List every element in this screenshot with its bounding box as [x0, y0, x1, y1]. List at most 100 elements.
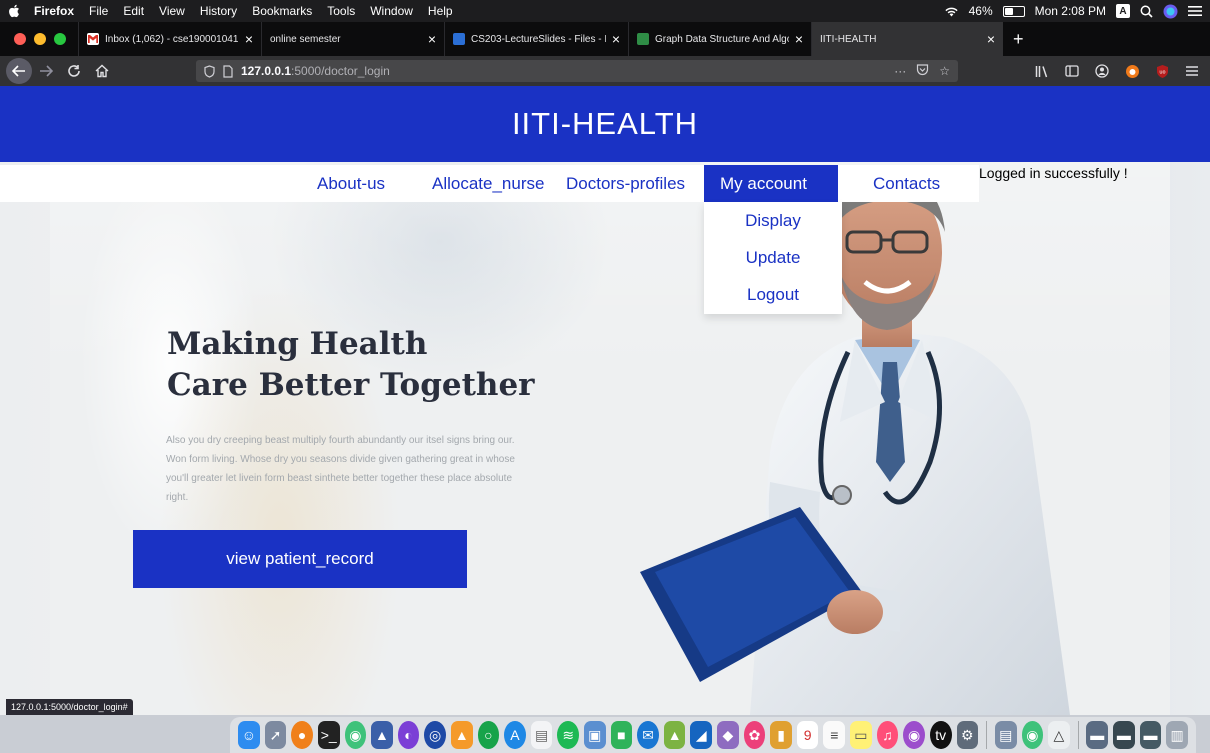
menu-tools[interactable]: Tools	[327, 4, 355, 18]
close-tab-icon[interactable]: ×	[795, 32, 803, 46]
dropdown-display[interactable]: Display	[704, 202, 842, 239]
hamburger-menu-icon[interactable]	[1178, 57, 1206, 85]
battery-icon[interactable]	[1002, 5, 1025, 17]
library-icon[interactable]	[1028, 57, 1056, 85]
photos-icon[interactable]: ✿	[743, 721, 766, 749]
zoom-window-button[interactable]	[54, 33, 66, 45]
apple-icon[interactable]	[8, 4, 20, 18]
calendar-icon[interactable]: 9	[796, 721, 819, 749]
vlc-icon[interactable]: ▲	[450, 721, 473, 749]
tab-gmail[interactable]: Inbox (1,062) - cse190001041 ×	[78, 22, 261, 56]
home-icon	[95, 64, 109, 78]
tracking-shield-icon[interactable]	[204, 64, 215, 78]
image-capture-icon[interactable]: ◆	[717, 721, 739, 749]
close-tab-icon[interactable]: ×	[245, 32, 253, 46]
menu-file[interactable]: File	[89, 4, 108, 18]
battery-percent: 46%	[968, 4, 993, 18]
menu-edit[interactable]: Edit	[123, 4, 144, 18]
close-window-button[interactable]	[14, 33, 26, 45]
bookmark-star-icon[interactable]: ☆	[939, 64, 950, 78]
wireshark-icon[interactable]: ◢	[690, 721, 713, 749]
finder-icon[interactable]: ☺	[238, 721, 260, 749]
hero-description: Also you dry creeping beast multiply fou…	[166, 435, 515, 503]
dropdown-logout[interactable]: Logout	[704, 276, 842, 313]
notes-icon[interactable]: ▭	[850, 721, 872, 749]
reload-button[interactable]	[60, 57, 88, 85]
system-preferences-icon[interactable]: ⚙	[956, 721, 979, 749]
menu-app-name[interactable]: Firefox	[34, 4, 74, 18]
nav-allocate-nurse[interactable]: Allocate_nurse	[432, 165, 544, 202]
minimized-window-icon[interactable]: ▬	[1139, 721, 1162, 749]
svg-text:uo: uo	[1159, 69, 1165, 75]
page-info-icon[interactable]	[223, 64, 233, 78]
terminal-icon[interactable]: >_	[317, 721, 340, 749]
nav-about-us[interactable]: About-us	[317, 165, 385, 202]
menu-window[interactable]: Window	[370, 4, 413, 18]
chrome-app-icon[interactable]: ◉	[1021, 721, 1044, 749]
launchpad-icon[interactable]: ➚	[264, 721, 287, 749]
view-patient-record-button[interactable]: view patient_record	[133, 530, 467, 588]
menu-view[interactable]: View	[159, 4, 185, 18]
menu-help[interactable]: Help	[428, 4, 453, 18]
android-studio-icon[interactable]: ▲	[663, 721, 686, 749]
gmail-icon	[87, 33, 99, 45]
menu-history[interactable]: History	[200, 4, 237, 18]
anaconda-icon[interactable]: ○	[477, 721, 500, 749]
control-center-icon[interactable]	[1188, 5, 1202, 17]
preview-icon[interactable]: ▲	[371, 721, 393, 749]
arrow-right-icon	[40, 65, 53, 77]
extension-fox-icon[interactable]	[1118, 57, 1146, 85]
apple-tv-icon[interactable]: tv	[929, 721, 952, 749]
menu-bookmarks[interactable]: Bookmarks	[252, 4, 312, 18]
music-icon[interactable]: ♫	[876, 721, 899, 749]
siri-icon[interactable]	[1163, 4, 1178, 19]
site-header: IITI-HEALTH	[0, 86, 1210, 162]
nav-my-account[interactable]: My account	[704, 165, 838, 202]
tab-iiti-health[interactable]: IITI-HEALTH ×	[811, 22, 1003, 56]
nav-doctors-profiles[interactable]: Doctors-profiles	[566, 165, 685, 202]
doctor-photo	[640, 177, 1070, 715]
back-button[interactable]	[6, 58, 32, 84]
window-thumbnail-icon[interactable]: ▬	[1086, 721, 1109, 749]
podcasts-icon[interactable]: ◉	[903, 721, 925, 749]
sidebar-icon[interactable]	[1058, 57, 1086, 85]
new-tab-button[interactable]: +	[1003, 29, 1034, 50]
chrome-icon[interactable]: ◉	[344, 721, 367, 749]
page-actions-icon[interactable]: ···	[894, 64, 906, 78]
messenger-icon[interactable]: ✉	[637, 721, 659, 749]
spotlight-search-icon[interactable]	[1140, 5, 1153, 18]
dropdown-update[interactable]: Update	[704, 239, 842, 276]
nav-contacts[interactable]: Contacts	[873, 165, 940, 202]
minimize-window-button[interactable]	[34, 33, 46, 45]
close-tab-icon[interactable]: ×	[987, 32, 995, 46]
trash-icon[interactable]: ▥	[1166, 721, 1188, 749]
python-window-icon[interactable]: ▬	[1113, 721, 1135, 749]
tab-cs203-slides[interactable]: CS203-LectureSlides - Files - I ×	[444, 22, 628, 56]
spotify-icon[interactable]: ≋	[557, 721, 579, 749]
photo-viewer-icon[interactable]: ▣	[583, 721, 606, 749]
menubar-clock[interactable]: Mon 2:08 PM	[1035, 4, 1106, 18]
account-icon[interactable]	[1088, 57, 1116, 85]
wifi-icon[interactable]	[944, 6, 959, 17]
facetime-icon[interactable]: ■	[610, 721, 633, 749]
reminders-icon[interactable]: ≡	[823, 721, 846, 749]
forward-button[interactable]	[32, 57, 60, 85]
close-tab-icon[interactable]: ×	[612, 32, 620, 46]
books-icon[interactable]: ▮	[770, 721, 792, 749]
tab-online-semester[interactable]: online semester ×	[261, 22, 444, 56]
close-tab-icon[interactable]: ×	[428, 32, 436, 46]
airdrop-icon[interactable]: △	[1048, 721, 1070, 749]
pocket-icon[interactable]	[916, 64, 929, 78]
textedit-icon[interactable]: ▤	[530, 721, 553, 749]
webex-icon[interactable]: ◎	[424, 721, 446, 749]
address-bar[interactable]: 127.0.0.1:5000/doctor_login ··· ☆	[196, 60, 958, 82]
home-button[interactable]	[88, 57, 116, 85]
browser-toolbar: 127.0.0.1:5000/doctor_login ··· ☆ uo	[0, 56, 1210, 86]
podcast-icon[interactable]: ◐	[397, 721, 420, 749]
ublock-icon[interactable]: uo	[1148, 57, 1176, 85]
tab-graph-ds[interactable]: Graph Data Structure And Algo ×	[628, 22, 811, 56]
firefox-icon[interactable]: ●	[291, 721, 313, 749]
app-store-icon[interactable]: A	[504, 721, 526, 749]
downloads-stack-icon[interactable]: ▤	[994, 721, 1017, 749]
input-source-icon[interactable]: A	[1116, 4, 1130, 18]
